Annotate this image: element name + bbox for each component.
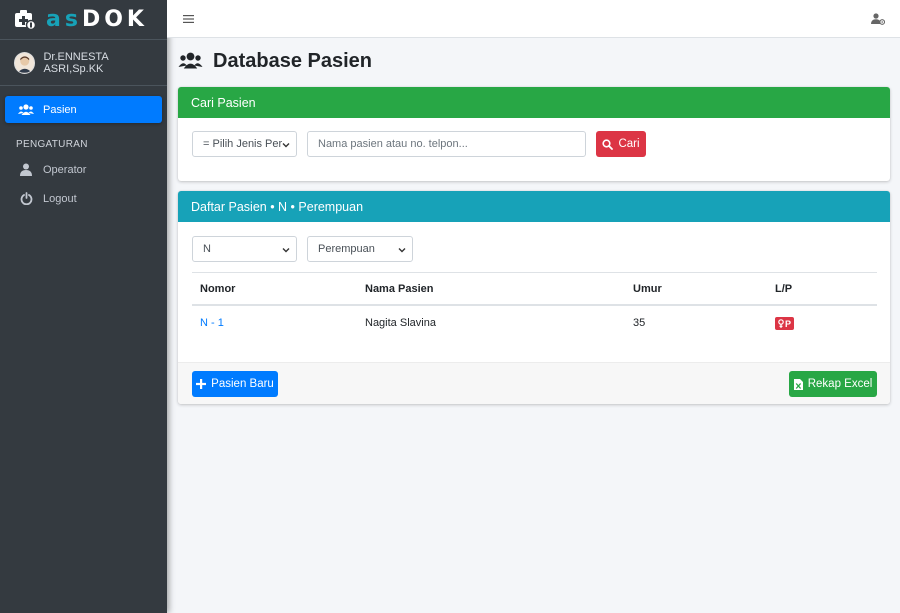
nav-section-header: PENGATURAN xyxy=(16,139,88,150)
letter-filter-select[interactable]: N xyxy=(192,236,297,262)
table-header-divider xyxy=(192,304,877,306)
clinic-logo-icon xyxy=(14,9,36,31)
sidebar-item-logout[interactable]: Logout xyxy=(5,185,162,212)
sidebar-item-label: Operator xyxy=(43,163,87,176)
column-header-nama: Nama Pasien xyxy=(365,283,434,295)
hamburger-menu-icon[interactable] xyxy=(183,14,194,24)
patient-type-select-value: = Pilih Jenis Per xyxy=(203,138,283,150)
excel-export-label: Rekap Excel xyxy=(807,378,873,390)
sidebar-nav: Pasien PENGATURAN Operator Logout xyxy=(0,86,167,224)
column-header-nomor: Nomor xyxy=(200,283,236,295)
sidebar-item-pasien[interactable]: Pasien xyxy=(5,96,162,123)
users-icon xyxy=(17,103,35,116)
chevron-down-icon xyxy=(282,245,290,257)
brand-name: asDOK xyxy=(46,7,148,32)
user-settings-icon[interactable] xyxy=(871,12,885,25)
search-input-placeholder: Nama pasien atau no. telpon... xyxy=(318,138,468,150)
sidebar: asDOK Dr.ENNESTA ASRI,Sp.KK Pasien PENGA… xyxy=(0,0,167,613)
new-patient-button[interactable]: Pasien Baru xyxy=(192,371,278,397)
gender-filter-value: Perempuan xyxy=(318,243,375,255)
gender-badge-label: P xyxy=(785,318,792,329)
patient-name: Nagita Slavina xyxy=(365,317,436,329)
search-input[interactable]: Nama pasien atau no. telpon... xyxy=(307,131,586,157)
patient-list-body: N Perempuan Nomor Nama Pasien Umur L/P N… xyxy=(178,222,890,362)
user-name: Dr.ENNESTA ASRI,Sp.KK xyxy=(43,50,109,75)
sidebar-item-operator[interactable]: Operator xyxy=(5,156,162,183)
column-header-umur: Umur xyxy=(633,283,662,295)
gender-filter-select[interactable]: Perempuan xyxy=(307,236,413,262)
patient-type-select[interactable]: = Pilih Jenis Per xyxy=(192,131,297,157)
search-button-label: Cari xyxy=(618,138,640,150)
column-header-lp: L/P xyxy=(775,283,793,295)
search-card: Cari Pasien = Pilih Jenis Per Nama pasie… xyxy=(178,87,890,181)
brand[interactable]: asDOK xyxy=(0,0,167,40)
excel-export-button[interactable]: Rekap Excel xyxy=(789,371,877,397)
gender-badge: P xyxy=(775,317,795,330)
female-icon xyxy=(778,319,784,328)
sidebar-item-label: Logout xyxy=(43,192,77,205)
patient-list-header: Daftar Pasien • N • Perempuan xyxy=(178,191,890,222)
users-icon xyxy=(178,52,203,70)
main-content: Database Pasien Cari Pasien = Pilih Jeni… xyxy=(178,38,890,404)
search-icon xyxy=(602,138,614,150)
user-panel[interactable]: Dr.ENNESTA ASRI,Sp.KK xyxy=(0,40,167,86)
search-card-body: = Pilih Jenis Per Nama pasien atau no. t… xyxy=(178,118,890,181)
new-patient-label: Pasien Baru xyxy=(211,378,274,390)
search-card-header: Cari Pasien xyxy=(178,87,890,118)
power-icon xyxy=(17,192,35,205)
plus-icon xyxy=(196,379,207,389)
patient-list-card: Daftar Pasien • N • Perempuan N Perempua… xyxy=(178,191,890,404)
patient-list-footer: Pasien Baru Rekap Excel xyxy=(178,362,890,404)
chevron-down-icon xyxy=(282,140,290,152)
avatar xyxy=(14,51,36,74)
user-icon xyxy=(17,163,35,176)
patient-age: 35 xyxy=(633,317,646,329)
file-excel-icon xyxy=(793,378,803,390)
patient-number-link[interactable]: N - 1 xyxy=(200,317,224,329)
topbar xyxy=(167,0,900,38)
chevron-down-icon xyxy=(398,245,406,257)
letter-filter-value: N xyxy=(203,243,211,255)
page-title-text: Database Pasien xyxy=(213,49,372,72)
page-title: Database Pasien xyxy=(178,38,890,84)
search-button[interactable]: Cari xyxy=(596,131,646,157)
sidebar-item-label: Pasien xyxy=(43,103,77,116)
table-divider xyxy=(192,272,877,273)
